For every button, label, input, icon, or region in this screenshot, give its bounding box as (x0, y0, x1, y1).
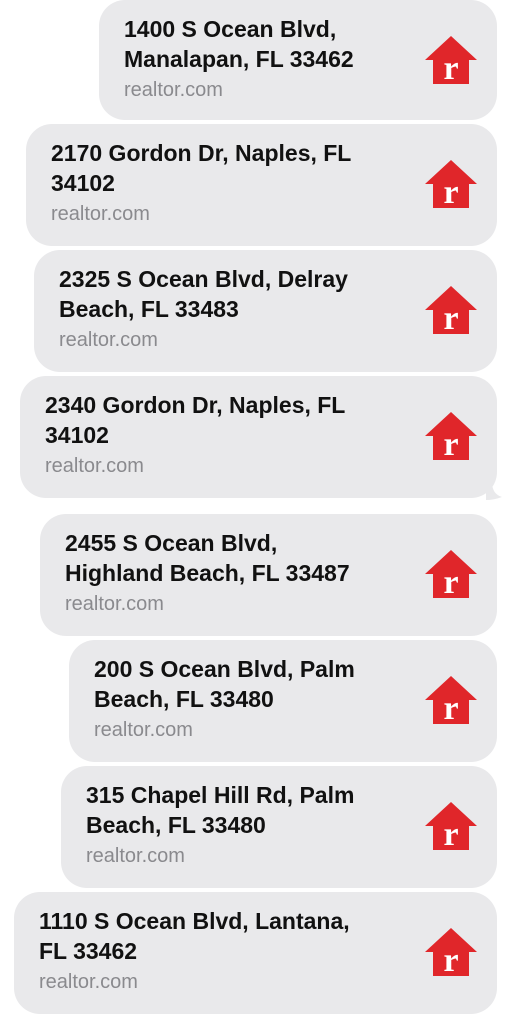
link-preview-bubble[interactable]: 200 S Ocean Blvd, Palm Beach, FL 33480 r… (69, 640, 497, 762)
link-domain: realtor.com (124, 79, 223, 101)
link-domain: realtor.com (39, 971, 138, 993)
link-preview-bubble[interactable]: 2325 S Ocean Blvd, Delray Beach, FL 3348… (34, 250, 497, 372)
link-preview-bubble[interactable]: 315 Chapel Hill Rd, Palm Beach, FL 33480… (61, 766, 497, 888)
link-preview-bubble[interactable]: 1400 S Ocean Blvd, Manalapan, FL 33462 r… (99, 0, 497, 120)
realtor-logo-icon: r (425, 160, 477, 211)
link-preview-bubble[interactable]: 2455 S Ocean Blvd, Highland Beach, FL 33… (40, 514, 497, 636)
link-domain: realtor.com (59, 329, 158, 351)
listing-address: 200 S Ocean Blvd, Palm Beach, FL 33480 (94, 656, 355, 712)
realtor-logo-icon: r (425, 36, 477, 87)
listing-address: 2325 S Ocean Blvd, Delray Beach, FL 3348… (59, 266, 348, 322)
svg-text:r: r (443, 426, 458, 463)
link-preview-bubble[interactable]: 2340 Gordon Dr, Naples, FL 34102 realtor… (20, 376, 497, 498)
svg-text:r: r (443, 50, 458, 87)
bubble-tail (486, 482, 502, 500)
listing-address: 2340 Gordon Dr, Naples, FL 34102 (45, 392, 346, 448)
realtor-logo-icon: r (425, 928, 477, 979)
svg-text:r: r (443, 300, 458, 337)
listing-address: 1110 S Ocean Blvd, Lantana, FL 33462 (39, 908, 350, 964)
svg-text:r: r (443, 174, 458, 211)
listing-address: 1400 S Ocean Blvd, Manalapan, FL 33462 (124, 16, 354, 72)
realtor-logo-icon: r (425, 550, 477, 601)
link-domain: realtor.com (65, 593, 164, 615)
svg-text:r: r (443, 564, 458, 601)
svg-text:r: r (443, 816, 458, 853)
listing-address: 315 Chapel Hill Rd, Palm Beach, FL 33480 (86, 782, 355, 838)
link-preview-bubble[interactable]: 2170 Gordon Dr, Naples, FL 34102 realtor… (26, 124, 497, 246)
realtor-logo-icon: r (425, 286, 477, 337)
listing-address: 2455 S Ocean Blvd, Highland Beach, FL 33… (65, 530, 350, 586)
link-domain: realtor.com (94, 719, 193, 741)
message-thread: { "brand": { "logo_color": "#e0262a", "b… (0, 0, 513, 1024)
realtor-logo-icon: r (425, 802, 477, 853)
listing-address: 2170 Gordon Dr, Naples, FL 34102 (51, 140, 352, 196)
link-domain: realtor.com (51, 203, 150, 225)
link-preview-bubble[interactable]: 1110 S Ocean Blvd, Lantana, FL 33462 rea… (14, 892, 497, 1014)
link-domain: realtor.com (45, 455, 144, 477)
svg-text:r: r (443, 942, 458, 979)
svg-text:r: r (443, 690, 458, 727)
link-domain: realtor.com (86, 845, 185, 867)
realtor-logo-icon: r (425, 412, 477, 463)
realtor-logo-icon: r (425, 676, 477, 727)
